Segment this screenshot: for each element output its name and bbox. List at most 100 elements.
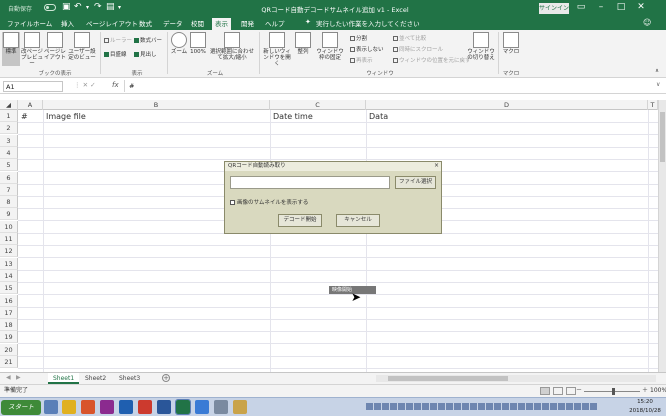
- row-header-12[interactable]: 12: [0, 245, 18, 258]
- column-header-b[interactable]: B: [43, 100, 270, 110]
- sheet-nav-prev-icon[interactable]: ◀: [6, 374, 11, 381]
- page-layout-view-icon[interactable]: [553, 387, 563, 395]
- zoom-100-button[interactable]: 100%: [189, 32, 207, 66]
- collapse-ribbon-icon[interactable]: ∧: [655, 68, 659, 74]
- tray-icon[interactable]: [558, 403, 565, 410]
- zoom-in-button[interactable]: ＋: [642, 385, 648, 397]
- tab-developer[interactable]: 開発: [238, 18, 257, 30]
- horizontal-scrollbar[interactable]: [376, 375, 656, 382]
- tray-icon[interactable]: [510, 403, 517, 410]
- tray-icon[interactable]: [534, 403, 541, 410]
- row-header-7[interactable]: 7: [0, 183, 18, 196]
- row-header-18[interactable]: 18: [0, 319, 18, 332]
- tray-icon[interactable]: [366, 403, 373, 410]
- row-header-20[interactable]: 20: [0, 343, 18, 356]
- row-header-11[interactable]: 11: [0, 233, 18, 245]
- tray-icon[interactable]: [430, 403, 437, 410]
- zoom-to-selection-button[interactable]: 選択範囲に合わせて拡大/縮小: [208, 32, 256, 66]
- tab-formulas[interactable]: 数式: [136, 18, 155, 30]
- column-header-a[interactable]: A: [18, 100, 43, 110]
- row-header-2[interactable]: 2: [0, 122, 18, 135]
- undo-dropdown-icon[interactable]: ▾: [86, 4, 89, 11]
- print-icon[interactable]: ▤: [106, 2, 115, 12]
- tray-icon[interactable]: [422, 403, 429, 410]
- cell-c1[interactable]: Date time: [273, 112, 313, 121]
- row-header-9[interactable]: 9: [0, 208, 18, 221]
- row-header-13[interactable]: 13: [0, 257, 18, 270]
- cancel-button[interactable]: キャンセル: [336, 214, 380, 227]
- arrange-all-button[interactable]: 整列: [294, 32, 312, 66]
- page-break-view-icon[interactable]: [566, 387, 576, 395]
- tray-icon[interactable]: [382, 403, 389, 410]
- cell-a1[interactable]: #: [21, 112, 28, 121]
- tab-help[interactable]: ヘルプ: [262, 18, 288, 30]
- row-header-21[interactable]: 21: [0, 356, 18, 368]
- sheet-tab-sheet1[interactable]: Sheet1: [48, 373, 80, 384]
- tray-icon[interactable]: [526, 403, 533, 410]
- name-box[interactable]: A1: [3, 81, 63, 92]
- worksheet-grid[interactable]: ◢ A B C D T 1 2 3 4 5 6 7 8 9 10 11 12 13 14 15 16 17 18 1…: [0, 100, 666, 372]
- cell-d1[interactable]: Data: [369, 112, 388, 121]
- zoom-out-button[interactable]: －: [576, 385, 582, 397]
- tab-data[interactable]: データ: [160, 18, 186, 30]
- file-path-input[interactable]: [230, 176, 390, 189]
- view-side-by-side-button[interactable]: 並べて比較: [393, 34, 426, 42]
- undo-icon[interactable]: ↶: [74, 2, 82, 12]
- tray-icon[interactable]: [550, 403, 557, 410]
- row-header-19[interactable]: 19: [0, 331, 18, 344]
- tab-view[interactable]: 表示: [212, 18, 231, 30]
- clock[interactable]: 15:20 2018/10/28: [626, 398, 664, 416]
- ribbon-display-icon[interactable]: ▭: [574, 2, 588, 12]
- firefox-icon[interactable]: [81, 400, 95, 414]
- row-header-6[interactable]: 6: [0, 171, 18, 184]
- maximize-icon[interactable]: □: [614, 2, 628, 12]
- tray-icon[interactable]: [454, 403, 461, 410]
- hide-button[interactable]: 表示しない: [350, 45, 384, 53]
- row-header-14[interactable]: 14: [0, 269, 18, 282]
- tray-icon[interactable]: [374, 403, 381, 410]
- autosave-toggle[interactable]: [44, 4, 56, 11]
- vertical-scrollbar[interactable]: [658, 100, 666, 372]
- freeze-panes-button[interactable]: ウィンドウ枠の固定: [314, 32, 346, 66]
- onenote-icon[interactable]: [100, 400, 114, 414]
- share-icon[interactable]: ☺: [643, 18, 651, 27]
- tray-icon[interactable]: [542, 403, 549, 410]
- decode-start-button[interactable]: デコード開始: [278, 214, 322, 227]
- tray-icon[interactable]: [518, 403, 525, 410]
- normal-view-icon[interactable]: [540, 387, 550, 395]
- powerpoint-icon[interactable]: [138, 400, 152, 414]
- tray-icon[interactable]: [494, 403, 501, 410]
- column-header-t[interactable]: T: [648, 100, 658, 110]
- tab-insert[interactable]: 挿入: [58, 18, 77, 30]
- row-header-8[interactable]: 8: [0, 196, 18, 209]
- save-icon[interactable]: ▣: [62, 2, 71, 12]
- tray-icon[interactable]: [406, 403, 413, 410]
- expand-formula-bar-icon[interactable]: ∨: [656, 81, 660, 88]
- signin-button[interactable]: サインイン: [539, 3, 569, 14]
- gridlines-checkbox[interactable]: 目盛線: [104, 50, 127, 58]
- row-header-1[interactable]: 1: [0, 110, 18, 122]
- tab-review[interactable]: 校閲: [188, 18, 207, 30]
- desktop-icon[interactable]: [44, 400, 58, 414]
- row-header-3[interactable]: 3: [0, 134, 18, 147]
- start-button[interactable]: スタート: [1, 400, 41, 415]
- zoom-slider-knob[interactable]: [612, 388, 615, 395]
- macros-button[interactable]: マクロ: [502, 32, 520, 66]
- reset-window-position-button[interactable]: ウィンドウの位置を元に戻す: [393, 56, 471, 64]
- row-header-17[interactable]: 17: [0, 306, 18, 319]
- redo-icon[interactable]: ↷: [94, 2, 102, 12]
- row-header-5[interactable]: 5: [0, 159, 18, 172]
- tell-me-search[interactable]: 実行したい作業を入力してください: [316, 18, 420, 30]
- custom-views-button[interactable]: ユーザー設定のビュー: [67, 32, 97, 66]
- zoom-button[interactable]: ズーム: [170, 32, 188, 66]
- tab-page-layout[interactable]: ページレイアウト: [83, 18, 141, 30]
- select-all-corner[interactable]: ◢: [0, 100, 18, 110]
- column-header-c[interactable]: C: [270, 100, 366, 110]
- tray-icon[interactable]: [398, 403, 405, 410]
- vertical-scroll-thumb[interactable]: [660, 112, 665, 162]
- sheet-nav-next-icon[interactable]: ▶: [16, 374, 21, 381]
- tab-home[interactable]: ホーム: [30, 18, 55, 30]
- file-select-button[interactable]: ファイル選択: [395, 176, 436, 189]
- tray-icon[interactable]: [582, 403, 589, 410]
- ruler-checkbox[interactable]: ルーラー: [104, 36, 132, 44]
